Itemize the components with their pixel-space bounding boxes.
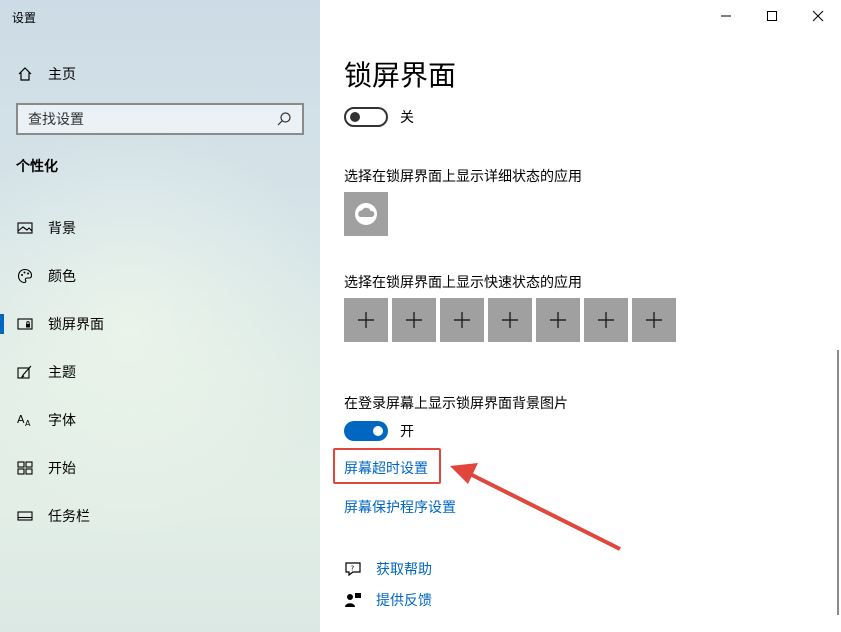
- nav-home[interactable]: 主页: [16, 64, 76, 84]
- quick-status-slot[interactable]: [440, 298, 484, 342]
- plus-icon: [406, 312, 422, 328]
- search-placeholder: 查找设置: [28, 112, 84, 128]
- quick-status-label: 选择在锁屏界面上显示快速状态的应用: [344, 275, 582, 291]
- sidebar-item-label: 任务栏: [48, 509, 90, 525]
- plus-icon: [550, 312, 566, 328]
- home-icon: [16, 65, 34, 83]
- app-title: 设置: [12, 11, 37, 25]
- minimize-icon: [721, 15, 731, 17]
- main-content: 锁屏界面 关 选择在锁屏界面上显示详细状态的应用 选择在锁屏界面上显示快速状态的…: [320, 0, 841, 632]
- theme-brush-icon: [16, 363, 34, 381]
- help-chat-icon: ?: [344, 560, 362, 578]
- taskbar-icon: [16, 507, 34, 525]
- feedback-person-icon: [344, 591, 362, 609]
- plus-icon: [454, 312, 470, 328]
- plus-icon: [358, 312, 374, 328]
- lock-screen-toggle[interactable]: [344, 107, 388, 127]
- detailed-status-label: 选择在锁屏界面上显示详细状态的应用: [344, 169, 582, 185]
- toggle-state-label: 开: [400, 424, 414, 440]
- close-icon: [812, 10, 824, 22]
- quick-status-slot[interactable]: [344, 298, 388, 342]
- quick-status-slot[interactable]: [536, 298, 580, 342]
- toggle-state-label: 关: [400, 110, 414, 126]
- svg-text:A: A: [17, 413, 25, 426]
- lock-screen-icon: [16, 315, 34, 333]
- sidebar-item-label: 开始: [48, 461, 76, 477]
- start-grid-icon: [16, 459, 34, 477]
- sidebar-item-themes[interactable]: 主题: [0, 348, 320, 396]
- toggle-knob: [373, 426, 383, 436]
- sidebar-item-fonts[interactable]: AA 字体: [0, 396, 320, 444]
- screensaver-settings-link[interactable]: 屏幕保护程序设置: [344, 497, 456, 517]
- quick-status-slot[interactable]: [632, 298, 676, 342]
- plus-icon: [646, 312, 662, 328]
- sidebar-item-label: 背景: [48, 221, 76, 237]
- nav-list: 背景 颜色 锁屏界面 主题 AA 字体 开始 任务栏: [0, 204, 320, 540]
- signin-background-toggle[interactable]: [344, 421, 388, 441]
- sidebar-item-label: 锁屏界面: [48, 317, 104, 333]
- quick-status-slot[interactable]: [488, 298, 532, 342]
- get-help-label: 获取帮助: [376, 562, 432, 578]
- svg-text:A: A: [25, 419, 31, 428]
- detailed-status-app-tile[interactable]: [344, 192, 388, 236]
- page-title: 锁屏界面: [344, 59, 457, 92]
- quick-status-slot[interactable]: [584, 298, 628, 342]
- sidebar-item-label: 主题: [48, 365, 76, 381]
- section-title: 个性化: [16, 159, 58, 175]
- signin-background-label: 在登录屏幕上显示锁屏界面背景图片: [344, 396, 568, 412]
- sidebar-item-colors[interactable]: 颜色: [0, 252, 320, 300]
- sidebar-item-lock-screen[interactable]: 锁屏界面: [0, 300, 320, 348]
- nav-home-label: 主页: [48, 67, 76, 83]
- minimize-button[interactable]: [703, 0, 749, 32]
- weather-cloud-icon: [355, 203, 377, 225]
- search-input[interactable]: 查找设置: [16, 103, 304, 135]
- font-icon: AA: [16, 411, 34, 429]
- picture-icon: [16, 219, 34, 237]
- signin-background-toggle-row: 开: [344, 421, 414, 441]
- get-help-link[interactable]: ? 获取帮助: [344, 559, 432, 579]
- plus-icon: [598, 312, 614, 328]
- sidebar-item-taskbar[interactable]: 任务栏: [0, 492, 320, 540]
- sidebar: 设置 主页 查找设置 个性化 背景 颜色 锁屏界面 主题 A A 字体 开始 任…: [0, 0, 320, 632]
- search-icon[interactable]: [276, 111, 292, 127]
- sidebar-item-label: 颜色: [48, 269, 76, 285]
- close-button[interactable]: [795, 0, 841, 32]
- screen-timeout-settings-link[interactable]: 屏幕超时设置: [344, 458, 428, 478]
- lock-screen-toggle-row: 关: [344, 107, 414, 127]
- give-feedback-label: 提供反馈: [376, 593, 432, 609]
- scrollbar[interactable]: [837, 350, 839, 615]
- svg-text:?: ?: [351, 565, 355, 573]
- quick-status-slots: [344, 298, 680, 342]
- quick-status-slot[interactable]: [392, 298, 436, 342]
- window-controls: [703, 0, 841, 32]
- sidebar-item-label: 字体: [48, 413, 76, 429]
- plus-icon: [502, 312, 518, 328]
- maximize-icon: [767, 11, 777, 21]
- give-feedback-link[interactable]: 提供反馈: [344, 590, 432, 610]
- sidebar-item-start[interactable]: 开始: [0, 444, 320, 492]
- palette-icon: [16, 267, 34, 285]
- sidebar-item-background[interactable]: 背景: [0, 204, 320, 252]
- toggle-knob: [350, 112, 360, 122]
- maximize-button[interactable]: [749, 0, 795, 32]
